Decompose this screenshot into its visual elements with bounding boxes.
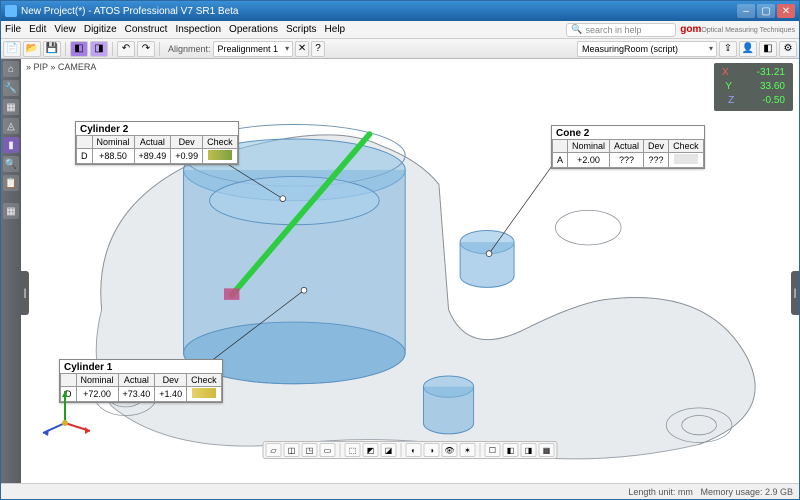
right-panel-handle[interactable]: ┃ xyxy=(791,271,799,315)
view-btn-5[interactable]: ⬚ xyxy=(345,443,361,457)
callout-cone-2[interactable]: Cone 2 NominalActualDevCheck A+2.00?????… xyxy=(551,125,705,169)
mode-button-1[interactable]: ◧ xyxy=(70,41,88,57)
view-btn-4[interactable]: ▭ xyxy=(320,443,336,457)
axis-gizmo[interactable] xyxy=(35,383,95,443)
mode-button-2[interactable]: ◨ xyxy=(90,41,108,57)
sidebar-mesh[interactable]: ◬ xyxy=(3,118,19,134)
pip-label: » PIP » CAMERA xyxy=(23,61,99,73)
maximize-button[interactable]: ▢ xyxy=(757,4,775,18)
viewport[interactable]: » PIP » CAMERA X-31.21 Y33.60 Z-0.50 Cyl… xyxy=(21,59,799,483)
save-button[interactable]: 💾 xyxy=(43,41,61,57)
menu-scripts[interactable]: Scripts xyxy=(286,24,317,35)
close-button[interactable]: ✕ xyxy=(777,4,795,18)
view-btn-1[interactable]: ▱ xyxy=(266,443,282,457)
view-btn-6[interactable]: ◩ xyxy=(363,443,379,457)
separator xyxy=(159,42,160,56)
status-bar: Length unit: mm Memory usage: 2.9 GB xyxy=(1,483,799,499)
view-btn-11[interactable]: ✶ xyxy=(460,443,476,457)
left-panel-handle[interactable]: ┃ xyxy=(21,271,29,315)
toolbar: 📄 📂 💾 ◧ ◨ ↶ ↷ Alignment: Prealignment 1 … xyxy=(1,39,799,59)
script-dropdown[interactable]: MeasuringRoom (script) xyxy=(577,41,717,57)
menu-construct[interactable]: Construct xyxy=(125,24,168,35)
alignment-label: Alignment: xyxy=(168,44,211,54)
sidebar-zoom[interactable]: 🔍 xyxy=(3,156,19,172)
sidebar-grid[interactable]: ▦ xyxy=(3,203,19,219)
redo-button[interactable]: ↷ xyxy=(137,41,155,57)
search-input[interactable]: 🔍search in help xyxy=(566,23,676,37)
logo: gomOptical Measuring Techniques xyxy=(680,24,795,35)
new-button[interactable]: 📄 xyxy=(3,41,21,57)
sidebar-inspect[interactable]: ▮ xyxy=(3,137,19,153)
view-btn-7[interactable]: ◪ xyxy=(381,443,397,457)
status-memory: Memory usage: 2.9 GB xyxy=(700,487,793,497)
coord-hud: X-31.21 Y33.60 Z-0.50 xyxy=(714,63,793,111)
callout-cylinder-2[interactable]: Cylinder 2 NominalActualDevCheck D+88.50… xyxy=(75,121,239,165)
view-btn-2[interactable]: ◫ xyxy=(284,443,300,457)
view-btn-15[interactable]: ▦ xyxy=(539,443,555,457)
view-btn-13[interactable]: ◧ xyxy=(503,443,519,457)
main-area: ⌂ 🔧 ▦ ◬ ▮ 🔍 📋 ▦ xyxy=(1,59,799,483)
sidebar-doc[interactable]: 📋 xyxy=(3,175,19,191)
alignment-help[interactable]: ? xyxy=(311,41,325,57)
app-window: New Project(*) - ATOS Professional V7 SR… xyxy=(0,0,800,500)
tool-4[interactable]: ⚙ xyxy=(779,41,797,57)
check-swatch xyxy=(192,388,216,398)
titlebar: New Project(*) - ATOS Professional V7 SR… xyxy=(1,1,799,21)
view-btn-9[interactable]: ◑ xyxy=(424,443,440,457)
view-btn-8[interactable]: ◐ xyxy=(406,443,422,457)
tool-3[interactable]: ◧ xyxy=(759,41,777,57)
undo-button[interactable]: ↶ xyxy=(117,41,135,57)
sidebar-tool[interactable]: 🔧 xyxy=(3,80,19,96)
menubar: File Edit View Digitize Construct Inspec… xyxy=(1,21,799,39)
menu-operations[interactable]: Operations xyxy=(229,24,278,35)
sidebar: ⌂ 🔧 ▦ ◬ ▮ 🔍 📋 ▦ xyxy=(1,59,21,483)
alignment-clear[interactable]: ✕ xyxy=(295,41,309,57)
search-placeholder: search in help xyxy=(585,25,641,35)
menu-file[interactable]: File xyxy=(5,24,21,35)
menu-help[interactable]: Help xyxy=(325,24,346,35)
menu-view[interactable]: View xyxy=(54,24,76,35)
view-toolbar: ▱ ◫ ◳ ▭ ⬚ ◩ ◪ ◐ ◑ 👁 ✶ ☐ ◧ ◨ ▦ xyxy=(263,441,558,459)
sidebar-home[interactable]: ⌂ xyxy=(3,61,19,77)
view-btn-10[interactable]: 👁 xyxy=(442,443,458,457)
tool-2[interactable]: 👤 xyxy=(739,41,757,57)
view-btn-12[interactable]: ☐ xyxy=(485,443,501,457)
open-button[interactable]: 📂 xyxy=(23,41,41,57)
separator xyxy=(112,42,113,56)
status-unit: Length unit: mm xyxy=(628,487,693,497)
tool-1[interactable]: ⇪ xyxy=(719,41,737,57)
separator xyxy=(65,42,66,56)
check-swatch xyxy=(208,150,232,160)
menu-inspection[interactable]: Inspection xyxy=(175,24,221,35)
check-swatch xyxy=(674,154,698,164)
app-icon xyxy=(5,5,17,17)
menu-digitize[interactable]: Digitize xyxy=(84,24,117,35)
alignment-dropdown[interactable]: Prealignment 1 xyxy=(213,41,294,57)
sidebar-cad[interactable]: ▦ xyxy=(3,99,19,115)
menu-edit[interactable]: Edit xyxy=(29,24,46,35)
window-title: New Project(*) - ATOS Professional V7 SR… xyxy=(21,6,239,17)
view-btn-3[interactable]: ◳ xyxy=(302,443,318,457)
minimize-button[interactable]: – xyxy=(737,4,755,18)
view-btn-14[interactable]: ◨ xyxy=(521,443,537,457)
